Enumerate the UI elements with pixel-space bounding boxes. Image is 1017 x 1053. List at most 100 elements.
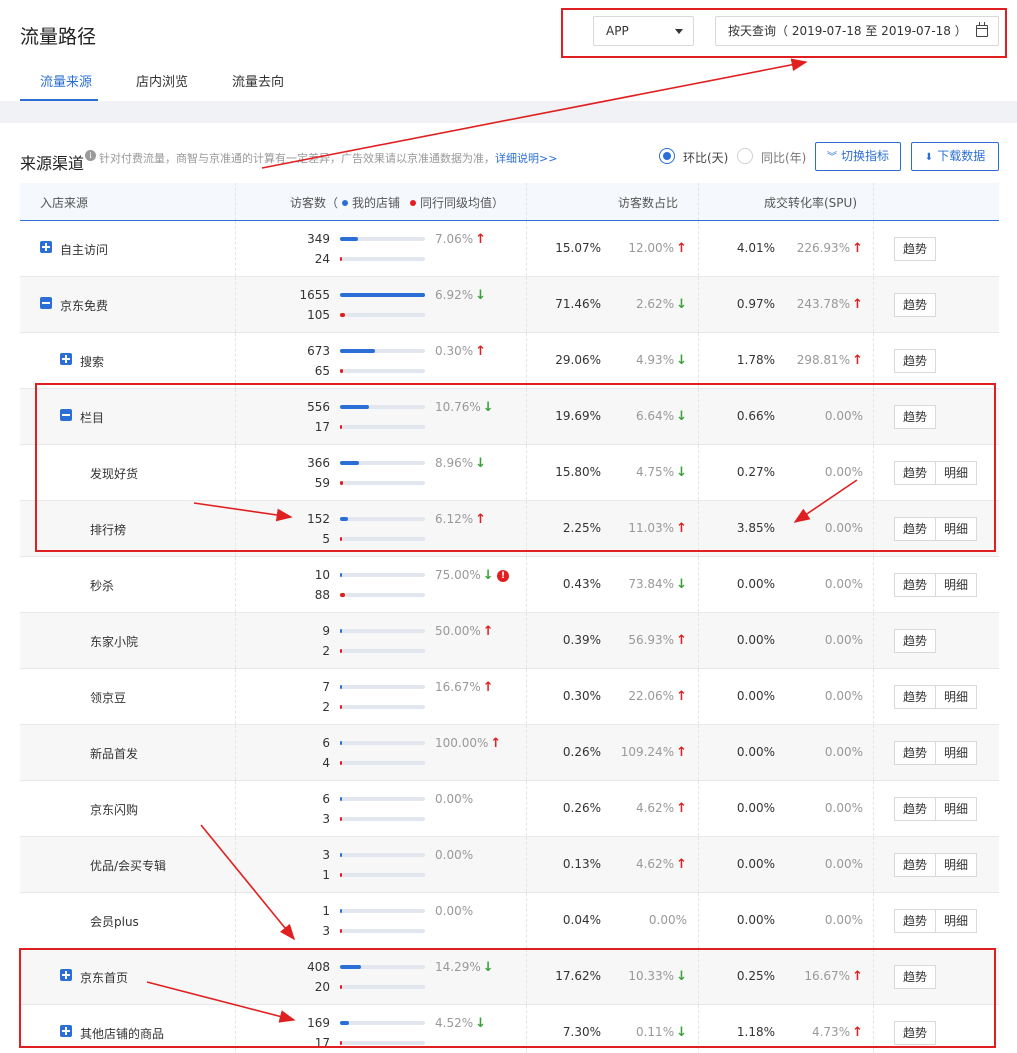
cell-divider xyxy=(526,221,527,276)
detail-button[interactable]: 明细 xyxy=(935,461,977,485)
source-name: 发现好货 xyxy=(90,467,139,481)
detail-button[interactable]: 明细 xyxy=(935,853,977,877)
visitor-share: 7.30% xyxy=(562,1025,601,1039)
conversion-change-value: 226.93% xyxy=(796,241,851,255)
visitor-share-change-value: 73.84% xyxy=(628,577,675,591)
info-icon[interactable]: i xyxy=(85,150,96,161)
visitors-bar-track xyxy=(340,705,425,709)
arrow-up-icon: ↑ xyxy=(475,512,487,527)
arrow-up-icon: ↑ xyxy=(676,241,687,256)
source-name: 其他店铺的商品 xyxy=(80,1027,165,1041)
detail-button[interactable]: 明细 xyxy=(935,517,977,541)
table-row: 栏目 556 17 10.76% ↓ 19.69% 6.64% ↓ 0.66% 0.00% 趋势 xyxy=(20,389,999,445)
visitors-change: 75.00% ↓ xyxy=(435,568,494,583)
visitor-share-change: 0.00% xyxy=(597,913,687,927)
switch-metrics-label: 切换指标 xyxy=(840,149,889,163)
cell-divider xyxy=(235,389,236,444)
arrow-up-icon: ↑ xyxy=(676,689,687,704)
radio-yoy-circle[interactable] xyxy=(737,148,753,164)
visitors-peer: 59 xyxy=(314,476,330,490)
collapse-icon[interactable] xyxy=(60,409,72,421)
table-row: 其他店铺的商品 169 17 4.52% ↓ 7.30% 0.11% ↓ 1.18% 4.73% ↑… xyxy=(20,1005,999,1053)
trend-button[interactable]: 趋势 xyxy=(894,349,936,373)
download-icon: ⬇ xyxy=(924,152,934,163)
tab-traffic-destination[interactable]: 流量去向 xyxy=(232,71,284,90)
visitors-bar-peer xyxy=(340,593,345,597)
visitors-bar-track xyxy=(340,573,425,577)
date-range-picker[interactable]: 按天查询（ 2019-07-18 至 2019-07-18 ） xyxy=(715,16,999,46)
calendar-icon xyxy=(976,22,988,37)
download-data-button[interactable]: ⬇ 下载数据 xyxy=(911,142,999,171)
trend-button[interactable]: 趋势 xyxy=(894,797,936,821)
cell-divider xyxy=(873,949,874,1004)
visitor-share: 15.07% xyxy=(555,241,601,255)
arrow-up-icon: ↑ xyxy=(482,624,494,639)
visitors-change-value: 7.06% xyxy=(435,232,474,246)
visitors-change: 10.76% ↓ xyxy=(435,400,494,415)
warning-icon[interactable]: ! xyxy=(497,570,509,582)
trend-button[interactable]: 趋势 xyxy=(894,909,936,933)
tab-traffic-source[interactable]: 流量来源 xyxy=(40,71,92,90)
expand-icon[interactable] xyxy=(60,1025,72,1037)
expand-icon[interactable] xyxy=(60,969,72,981)
source-name: 京东闪购 xyxy=(90,803,139,817)
arrow-down-icon: ↓ xyxy=(676,297,687,312)
visitors-bar-peer xyxy=(340,1041,342,1045)
visitors-mine: 10 xyxy=(314,568,330,582)
detail-button[interactable]: 明细 xyxy=(935,797,977,821)
visitors-change: 0.00% xyxy=(435,904,473,918)
trend-button[interactable]: 趋势 xyxy=(894,853,936,877)
detail-button[interactable]: 明细 xyxy=(935,573,977,597)
cell-divider xyxy=(698,389,699,444)
visitor-share-change-value: 56.93% xyxy=(628,633,675,647)
cell-divider xyxy=(235,893,236,948)
platform-select[interactable]: APP xyxy=(593,16,694,46)
table-row: 秒杀 10 88 75.00% ↓! 0.43% 73.84% ↓ 0.00% 0.00% 趋势 明细 xyxy=(20,557,999,613)
visitor-share: 2.25% xyxy=(562,521,601,535)
table-row: 京东免费 1655 105 6.92% ↓ 71.46% 2.62% ↓ 0.97% 243.78… xyxy=(20,277,999,333)
trend-button[interactable]: 趋势 xyxy=(894,461,936,485)
trend-button[interactable]: 趋势 xyxy=(894,629,936,653)
trend-button[interactable]: 趋势 xyxy=(894,405,936,429)
visitors-change: 50.00% ↑ xyxy=(435,624,494,639)
section-note-text: 针对付费流量，商智与京准通的计算有一定差异，广告效果请以京准通数据为准， xyxy=(99,152,495,165)
visitors-change: 0.00% xyxy=(435,848,473,862)
cell-divider xyxy=(235,221,236,276)
chevron-down-icon xyxy=(675,29,683,34)
tab-in-store-browse[interactable]: 店内浏览 xyxy=(136,71,188,90)
cell-divider xyxy=(526,445,527,500)
trend-button[interactable]: 趋势 xyxy=(894,237,936,261)
conversion-change: 226.93% ↑ xyxy=(753,241,863,256)
expand-icon[interactable] xyxy=(40,241,52,253)
visitor-share-change: 12.00% ↑ xyxy=(597,241,687,256)
expand-icon[interactable] xyxy=(60,353,72,365)
visitors-bar-mine xyxy=(340,629,342,633)
radio-mom-circle[interactable] xyxy=(659,148,675,164)
col-visitors-label: 访客数（ xyxy=(290,196,339,210)
visitors-peer: 105 xyxy=(307,308,330,322)
visitor-share-change: 11.03% ↑ xyxy=(597,521,687,536)
arrow-up-icon: ↑ xyxy=(475,344,487,359)
visitors-bar-track xyxy=(340,349,425,353)
visitors-bar-mine xyxy=(340,293,425,297)
trend-button[interactable]: 趋势 xyxy=(894,685,936,709)
visitors-change: 8.96% ↓ xyxy=(435,456,486,471)
table-row: 新品首发 6 4 100.00% ↑ 0.26% 109.24% ↑ 0.00% 0.00% 趋势明… xyxy=(20,725,999,781)
trend-button[interactable]: 趋势 xyxy=(894,573,936,597)
trend-button[interactable]: 趋势 xyxy=(894,1021,936,1045)
detail-button[interactable]: 明细 xyxy=(935,741,977,765)
conversion-change-value: 0.00% xyxy=(824,913,863,927)
detail-button[interactable]: 明细 xyxy=(935,909,977,933)
detail-explanation-link[interactable]: 详细说明>> xyxy=(495,152,557,165)
trend-button[interactable]: 趋势 xyxy=(894,965,936,989)
arrow-up-icon: ↑ xyxy=(676,801,687,816)
trend-button[interactable]: 趋势 xyxy=(894,293,936,317)
trend-button[interactable]: 趋势 xyxy=(894,517,936,541)
visitors-bar-track xyxy=(340,537,425,541)
arrow-up-icon: ↑ xyxy=(852,969,863,984)
trend-button[interactable]: 趋势 xyxy=(894,741,936,765)
detail-button[interactable]: 明细 xyxy=(935,685,977,709)
switch-metrics-button[interactable]: ︾ 切换指标 xyxy=(815,142,901,171)
visitor-share: 15.80% xyxy=(555,465,601,479)
collapse-icon[interactable] xyxy=(40,297,52,309)
